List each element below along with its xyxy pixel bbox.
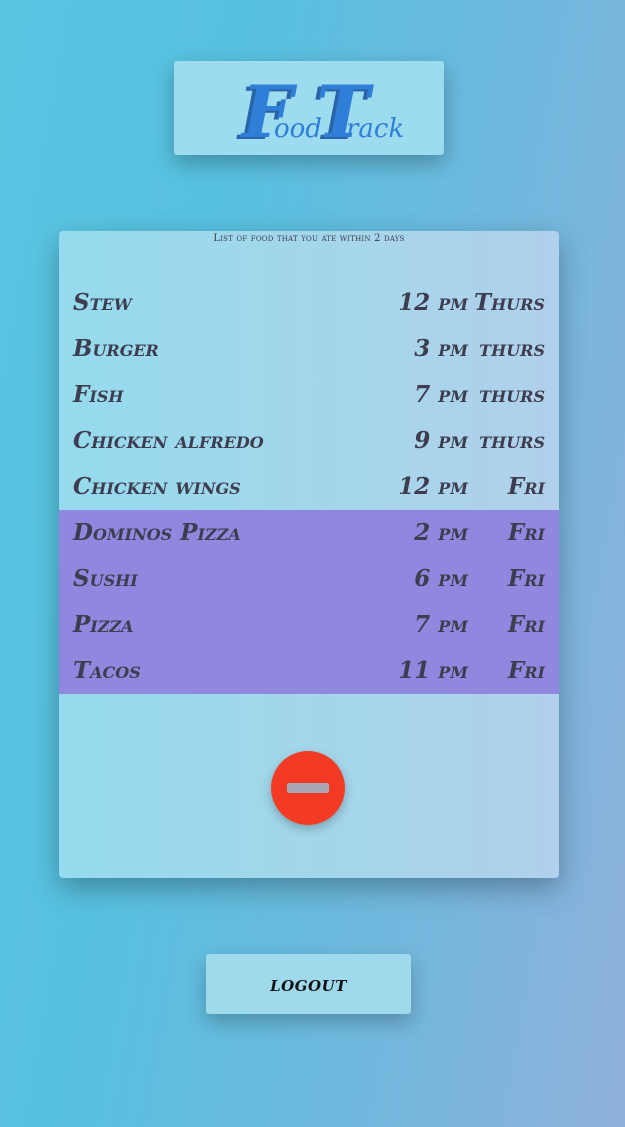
logo-text-rack: rack [346,114,404,144]
food-time: 9 pm [414,427,468,454]
food-time: 7 pm [414,381,468,408]
remove-selected-button[interactable] [271,751,345,825]
food-name: Fish [73,381,124,408]
food-row[interactable]: Chicken wings 12 pm Fri [59,464,559,510]
food-day: thurs [479,381,545,408]
food-time: 7 pm [414,611,468,638]
food-day: Fri [507,657,545,684]
food-row[interactable]: Burger 3 pm thurs [59,326,559,372]
food-row[interactable]: Fish 7 pm thurs [59,372,559,418]
food-time: 3 pm [414,335,468,362]
food-time: 12 pm [398,473,468,500]
food-day: thurs [479,427,545,454]
food-name: Dominos Pizza [73,519,241,546]
food-list-panel: List of food that you ate within 2 days … [59,231,559,878]
food-time: 12 pm [398,289,468,316]
food-day: Fri [507,519,545,546]
food-name: Burger [73,335,159,362]
app-logo: F F ood T T rack [174,61,444,155]
minus-icon [287,783,329,793]
food-row-selected[interactable]: Pizza 7 pm Fri [59,602,559,648]
food-day: Fri [507,473,545,500]
food-name: Stew [73,289,132,316]
food-row-selected[interactable]: Dominos Pizza 2 pm Fri [59,510,559,556]
food-time: 6 pm [414,565,468,592]
food-list: Stew 12 pm Thurs Burger 3 pm thurs Fish … [59,280,559,694]
logout-button[interactable]: logout [206,954,411,1014]
food-name: Tacos [73,657,141,684]
food-time: 11 pm [398,657,468,684]
food-track-logo: F F ood T T rack [236,69,404,155]
food-row-selected[interactable]: Tacos 11 pm Fri [59,648,559,694]
food-day: thurs [479,335,545,362]
food-time: 2 pm [414,519,468,546]
food-name: Pizza [73,611,134,638]
food-name: Chicken alfredo [73,427,264,454]
food-name: Sushi [73,565,138,592]
panel-caption: List of food that you ate within 2 days [213,233,405,244]
food-day: Fri [507,565,545,592]
food-row[interactable]: Chicken alfredo 9 pm thurs [59,418,559,464]
food-name: Chicken wings [73,473,241,500]
food-day: Thurs [473,289,545,316]
food-row-selected[interactable]: Sushi 6 pm Fri [59,556,559,602]
food-day: Fri [507,611,545,638]
food-row[interactable]: Stew 12 pm Thurs [59,280,559,326]
